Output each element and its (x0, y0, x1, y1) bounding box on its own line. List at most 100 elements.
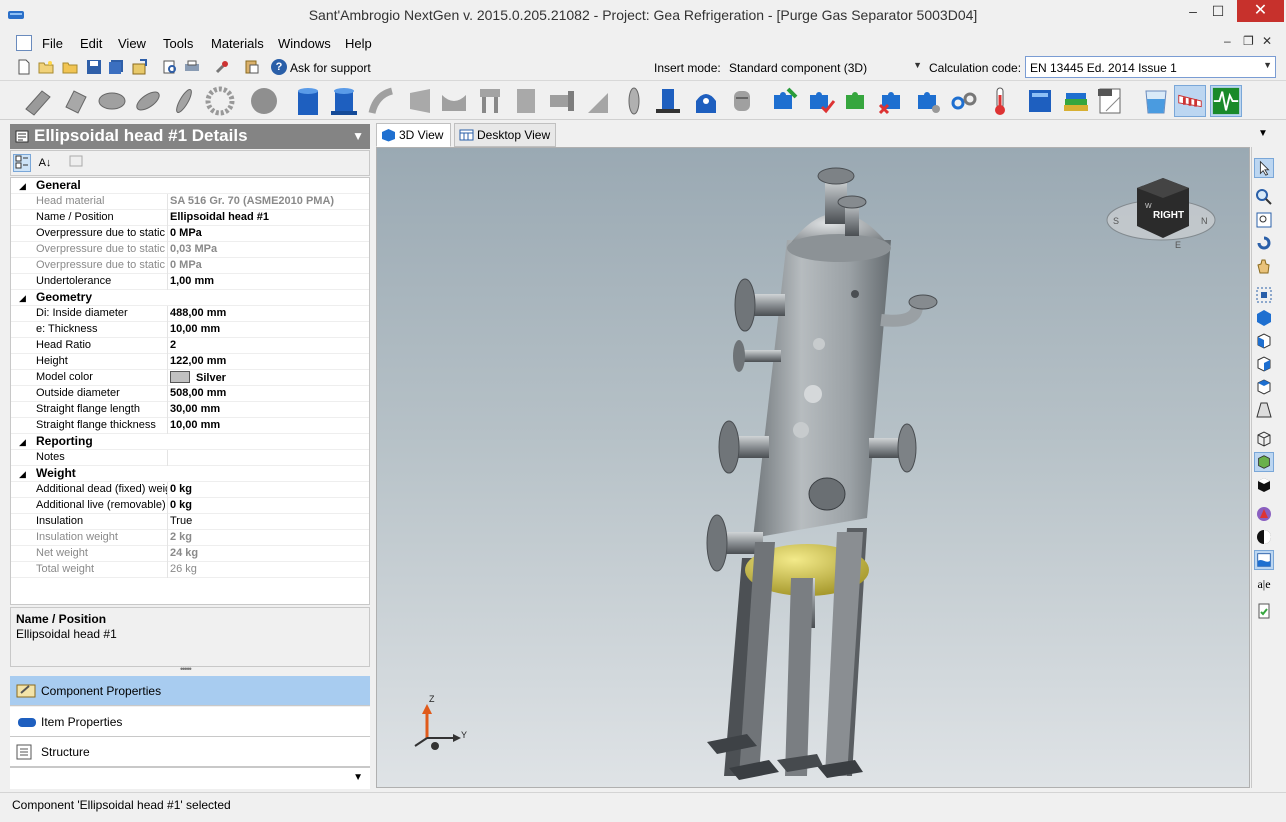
wireframe-icon[interactable] (1254, 429, 1274, 449)
wedge-icon[interactable] (582, 85, 614, 117)
menu-tools[interactable]: Tools (163, 36, 193, 51)
property-value[interactable]: SA 516 Gr. 70 (ASME2010 PMA) (170, 195, 334, 207)
saddle-icon[interactable] (438, 85, 470, 117)
render-icon[interactable] (1254, 504, 1274, 524)
ring-icon[interactable] (204, 85, 236, 117)
property-value[interactable]: 0 kg (170, 483, 192, 495)
nav-component-properties[interactable]: Component Properties (10, 676, 370, 706)
clipboard-icon[interactable] (244, 59, 260, 75)
property-category[interactable]: ◢ Reporting (11, 434, 369, 450)
vertical-shell-flanged-icon[interactable] (328, 85, 360, 117)
maximize-button[interactable]: ☐ (1207, 0, 1229, 22)
skirt-icon[interactable] (510, 85, 542, 117)
property-row[interactable]: Straight flange thickness 10,00 mm (11, 418, 369, 434)
nav-structure[interactable]: Structure (10, 737, 370, 767)
menu-windows[interactable]: Windows (278, 36, 331, 51)
thermometer-icon[interactable] (984, 85, 1016, 117)
top-view-icon[interactable] (1254, 377, 1274, 397)
property-value[interactable]: 0 MPa (170, 227, 202, 239)
property-row[interactable]: Undertolerance 1,00 mm (11, 274, 369, 290)
water-level-icon[interactable] (1254, 550, 1274, 570)
zoom-window-icon[interactable] (1254, 210, 1274, 230)
report-icon[interactable] (1254, 601, 1274, 621)
menu-file[interactable]: File (42, 36, 63, 51)
elbow-icon[interactable] (366, 85, 398, 117)
property-value[interactable]: 0 kg (170, 499, 192, 511)
reducer-icon[interactable] (404, 85, 436, 117)
view-cube[interactable]: RIGHT S N E W (1106, 178, 1216, 250)
property-value[interactable]: 24 kg (170, 547, 198, 559)
property-row[interactable]: e: Thickness 10,00 mm (11, 322, 369, 338)
sort-alphabetical-button[interactable]: A↓ (36, 154, 54, 172)
panel-splitter[interactable]: ••••• (10, 664, 370, 675)
property-row[interactable]: Overpressure due to static 0,03 MPa (11, 242, 369, 258)
mdi-close-button[interactable]: ✕ (1262, 34, 1272, 48)
property-row[interactable]: Net weight 24 kg (11, 546, 369, 562)
support-lug-icon[interactable] (690, 85, 722, 117)
property-row[interactable]: Height 122,00 mm (11, 354, 369, 370)
property-value[interactable]: Ellipsoidal head #1 (170, 211, 269, 223)
property-category[interactable]: ◢ Weight (11, 466, 369, 482)
property-row[interactable]: Model color Silver (11, 370, 369, 386)
torispherical-head-icon[interactable] (132, 85, 164, 117)
property-value[interactable]: 30,00 mm (170, 403, 220, 415)
categorized-button[interactable] (13, 154, 31, 172)
lifting-lug-icon[interactable] (652, 85, 684, 117)
help-icon[interactable]: ? (271, 59, 287, 75)
property-value[interactable]: 1,00 mm (170, 275, 214, 287)
property-row[interactable]: Di: Inside diameter 488,00 mm (11, 306, 369, 322)
property-row[interactable]: Straight flange length 30,00 mm (11, 402, 369, 418)
ask-for-support-button[interactable]: Ask for support (290, 61, 371, 75)
mdi-minimize-button[interactable]: – (1224, 34, 1231, 48)
property-row[interactable]: Total weight 26 kg (11, 562, 369, 578)
collapse-icon[interactable]: ◢ (19, 437, 26, 448)
text-annotation-button[interactable]: a|e (1254, 574, 1274, 594)
collapse-icon[interactable]: ◢ (19, 469, 26, 480)
pan-hand-icon[interactable] (1254, 256, 1274, 276)
side-view-icon[interactable] (1254, 354, 1274, 374)
tools-icon[interactable] (214, 59, 230, 75)
section-icon[interactable] (1254, 527, 1274, 547)
property-value[interactable]: 0 MPa (170, 259, 202, 271)
property-row[interactable]: Additional dead (fixed) weight 0 kg (11, 482, 369, 498)
property-row[interactable]: Outside diameter 508,00 mm (11, 386, 369, 402)
zoom-icon[interactable] (1254, 187, 1274, 207)
property-category[interactable]: ◢ Geometry (11, 290, 369, 306)
document-icon[interactable] (16, 35, 32, 51)
puzzle-delete-icon[interactable] (876, 85, 908, 117)
link-icon[interactable] (948, 85, 980, 117)
property-row[interactable]: Overpressure due to static 0 MPa (11, 258, 369, 274)
ellipsoidal-head-icon[interactable] (96, 85, 128, 117)
flat-head-icon[interactable] (168, 85, 200, 117)
property-value[interactable]: 508,00 mm (170, 387, 226, 399)
property-row[interactable]: Notes (11, 450, 369, 466)
puzzle-run-icon[interactable] (768, 85, 800, 117)
windsock-icon[interactable] (1174, 85, 1206, 117)
puzzle-settings-icon[interactable] (912, 85, 944, 117)
vertical-shell-icon[interactable] (292, 85, 324, 117)
3d-viewport[interactable]: RIGHT S N E W Z Y (376, 147, 1250, 788)
fit-all-icon[interactable] (1254, 285, 1274, 305)
property-value[interactable]: 488,00 mm (170, 307, 226, 319)
flange-icon[interactable] (618, 85, 650, 117)
property-row[interactable]: Head material SA 516 Gr. 70 (ASME2010 PMA… (11, 194, 369, 210)
property-row[interactable]: Insulation weight 2 kg (11, 530, 369, 546)
rotate-icon[interactable] (1254, 233, 1274, 253)
new-folder-icon[interactable] (38, 59, 54, 75)
property-row[interactable]: Head Ratio 2 (11, 338, 369, 354)
collapse-icon[interactable]: ◢ (19, 293, 26, 304)
property-row[interactable]: Insulation True (11, 514, 369, 530)
leg-support-icon[interactable] (474, 85, 506, 117)
property-value[interactable]: 122,00 mm (170, 355, 226, 367)
manual-icon[interactable] (1024, 85, 1056, 117)
minimize-button[interactable]: – (1182, 0, 1204, 22)
close-button[interactable]: ✕ (1237, 0, 1284, 22)
pipe-bend-icon[interactable] (22, 85, 54, 117)
print-preview-icon[interactable] (162, 59, 178, 75)
water-test-icon[interactable] (1140, 85, 1172, 117)
calculation-code-select[interactable]: EN 13445 Ed. 2014 Issue 1 ▼ (1025, 56, 1276, 78)
mdi-restore-button[interactable]: ❐ (1243, 34, 1254, 48)
shaded-icon[interactable] (1254, 452, 1274, 472)
property-row[interactable]: Name / Position Ellipsoidal head #1 (11, 210, 369, 226)
property-value[interactable]: 2 (170, 339, 176, 351)
